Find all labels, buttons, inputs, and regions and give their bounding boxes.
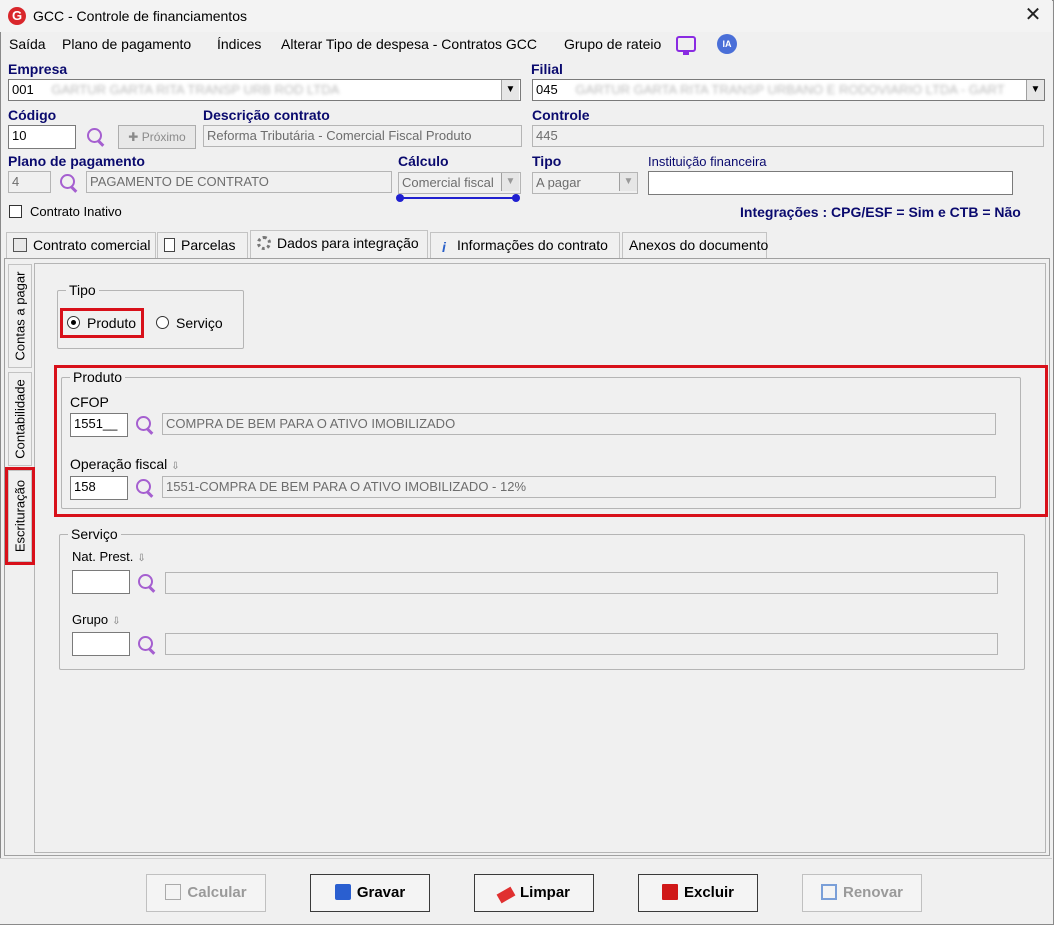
gravar-button[interactable]: Gravar — [310, 874, 430, 912]
down-arrow-icon: ⇩ — [137, 553, 146, 564]
contrato-inativo-label: Contrato Inativo — [30, 204, 122, 219]
close-icon[interactable]: ✕ — [1022, 4, 1044, 26]
side-tab-contas-pagar[interactable]: Contas a pagar — [8, 264, 32, 368]
ia-assistant-icon[interactable]: IA — [717, 34, 737, 54]
tipo-label: Tipo — [532, 153, 562, 169]
controle-label: Controle — [532, 107, 590, 123]
nat-prest-text: Nat. Prest. — [72, 549, 134, 564]
plus-icon: ✚ — [128, 130, 142, 144]
highlight-produto-group — [54, 365, 1048, 517]
limpar-label: Limpar — [519, 884, 570, 901]
monitor-icon[interactable] — [676, 36, 696, 55]
radio-servico-label: Serviço — [176, 315, 223, 331]
calcular-button[interactable]: Calcular — [146, 874, 266, 912]
filial-name: GARTUR GARTA RITA TRANSP URBANO E RODOVI… — [575, 82, 1005, 97]
highlight-produto — [60, 308, 144, 338]
radio-servico[interactable] — [156, 316, 169, 329]
calculo-underline-end — [512, 194, 520, 202]
calculo-label: Cálculo — [398, 153, 449, 169]
side-tab-label: Contas a pagar — [12, 271, 28, 361]
proximo-label: Próximo — [141, 130, 186, 144]
grupo-search-icon[interactable] — [136, 634, 158, 656]
codigo-search-icon[interactable] — [85, 126, 107, 148]
menu-alterar-tipo-despesa[interactable]: Alterar Tipo de despesa - Contratos GCC — [281, 36, 537, 52]
nat-prest-label: Nat. Prest. ⇩ — [72, 549, 146, 564]
limpar-button[interactable]: Limpar — [474, 874, 594, 912]
tab-informacoes-contrato[interactable]: i Informações do contrato — [430, 232, 620, 258]
calculo-underline — [400, 197, 516, 199]
info-icon: i — [442, 239, 446, 255]
nat-prest-search-icon[interactable] — [136, 572, 158, 594]
tipo-dropdown-icon[interactable]: ▼ — [619, 173, 637, 191]
calculo-underline-start — [396, 194, 404, 202]
empresa-name: GARTUR GARTA RITA TRANSP URB ROD LTDA — [51, 82, 340, 97]
filial-dropdown-icon[interactable]: ▼ — [1026, 80, 1044, 100]
plano-desc: PAGAMENTO DE CONTRATO — [86, 171, 392, 193]
filial-label: Filial — [531, 61, 563, 77]
descricao-label: Descrição contrato — [203, 107, 330, 123]
codigo-input[interactable]: 10 — [8, 125, 76, 149]
plano-search-icon[interactable] — [58, 172, 80, 194]
calculo-dropdown-icon[interactable]: ▼ — [501, 173, 519, 191]
tab-label: Anexos do documento — [629, 237, 769, 253]
grupo-text: Grupo — [72, 612, 109, 627]
controle-input[interactable]: 445 — [532, 125, 1044, 147]
integracoes-status: Integrações : CPG/ESF = Sim e CTB = Não — [740, 204, 1021, 220]
calculator-icon — [13, 238, 27, 252]
menu-saida[interactable]: Saída — [9, 36, 46, 52]
codigo-label: Código — [8, 107, 57, 123]
tab-label: Contrato comercial — [33, 237, 151, 253]
tab-contrato-comercial[interactable]: Contrato comercial — [6, 232, 156, 258]
renovar-button[interactable]: Renovar — [802, 874, 922, 912]
instituicao-label: Instituição financeira — [648, 154, 767, 169]
empresa-select[interactable]: 001 GARTUR GARTA RITA TRANSP URB ROD LTD… — [8, 79, 521, 101]
proximo-button[interactable]: ✚ Próximo — [118, 125, 196, 149]
menu-grupo-rateio[interactable]: Grupo de rateio — [564, 36, 661, 52]
tab-label: Informações do contrato — [457, 237, 608, 253]
grupo-label: Grupo ⇩ — [72, 612, 121, 627]
calcular-label: Calcular — [187, 884, 247, 901]
highlight-escrituracao — [5, 467, 35, 565]
grupo-desc — [165, 633, 998, 655]
document-icon — [164, 238, 175, 252]
instituicao-input[interactable] — [648, 171, 1013, 195]
filial-code: 045 — [536, 82, 558, 97]
descricao-input[interactable]: Reforma Tributária - Comercial Fiscal Pr… — [203, 125, 522, 147]
menu-indices[interactable]: Índices — [217, 36, 261, 52]
grupo-input[interactable] — [72, 632, 130, 656]
menu-plano-pagamento[interactable]: Plano de pagamento — [62, 36, 191, 52]
servico-group-title: Serviço — [68, 526, 121, 542]
excluir-label: Excluir — [683, 884, 735, 901]
nat-prest-desc — [165, 572, 998, 594]
eraser-icon — [496, 886, 516, 904]
tab-parcelas[interactable]: Parcelas — [157, 232, 248, 258]
tipo-group-title: Tipo — [66, 282, 99, 298]
tab-anexos-documento[interactable]: Anexos do documento — [622, 232, 769, 258]
app-logo-icon: G — [8, 7, 26, 25]
down-arrow-icon: ⇩ — [112, 616, 121, 627]
renew-icon — [820, 884, 837, 900]
empresa-code: 001 — [12, 82, 34, 97]
plano-label: Plano de pagamento — [8, 153, 145, 169]
excluir-button[interactable]: Excluir — [638, 874, 758, 912]
tab-label: Parcelas — [181, 237, 236, 253]
nat-prest-input[interactable] — [72, 570, 130, 594]
tab-dados-integracao[interactable]: Dados para integração — [250, 230, 428, 259]
side-tab-contabilidade[interactable]: Contabilidade — [8, 372, 32, 466]
side-tab-label: Contabilidade — [12, 379, 28, 459]
plano-input[interactable]: 4 — [8, 171, 51, 193]
filial-select[interactable]: 045 GARTUR GARTA RITA TRANSP URBANO E RO… — [532, 79, 1045, 101]
save-icon — [334, 884, 351, 900]
gear-icon — [257, 236, 271, 250]
empresa-dropdown-icon[interactable]: ▼ — [501, 80, 519, 100]
tab-label: Dados para integração — [277, 235, 419, 251]
calculator-icon — [165, 884, 182, 900]
renovar-label: Renovar — [842, 884, 904, 901]
empresa-label: Empresa — [8, 61, 68, 77]
gravar-label: Gravar — [356, 884, 406, 901]
contrato-inativo-checkbox[interactable] — [9, 205, 22, 218]
trash-icon — [661, 884, 678, 900]
window-title: GCC - Controle de financiamentos — [33, 8, 247, 24]
